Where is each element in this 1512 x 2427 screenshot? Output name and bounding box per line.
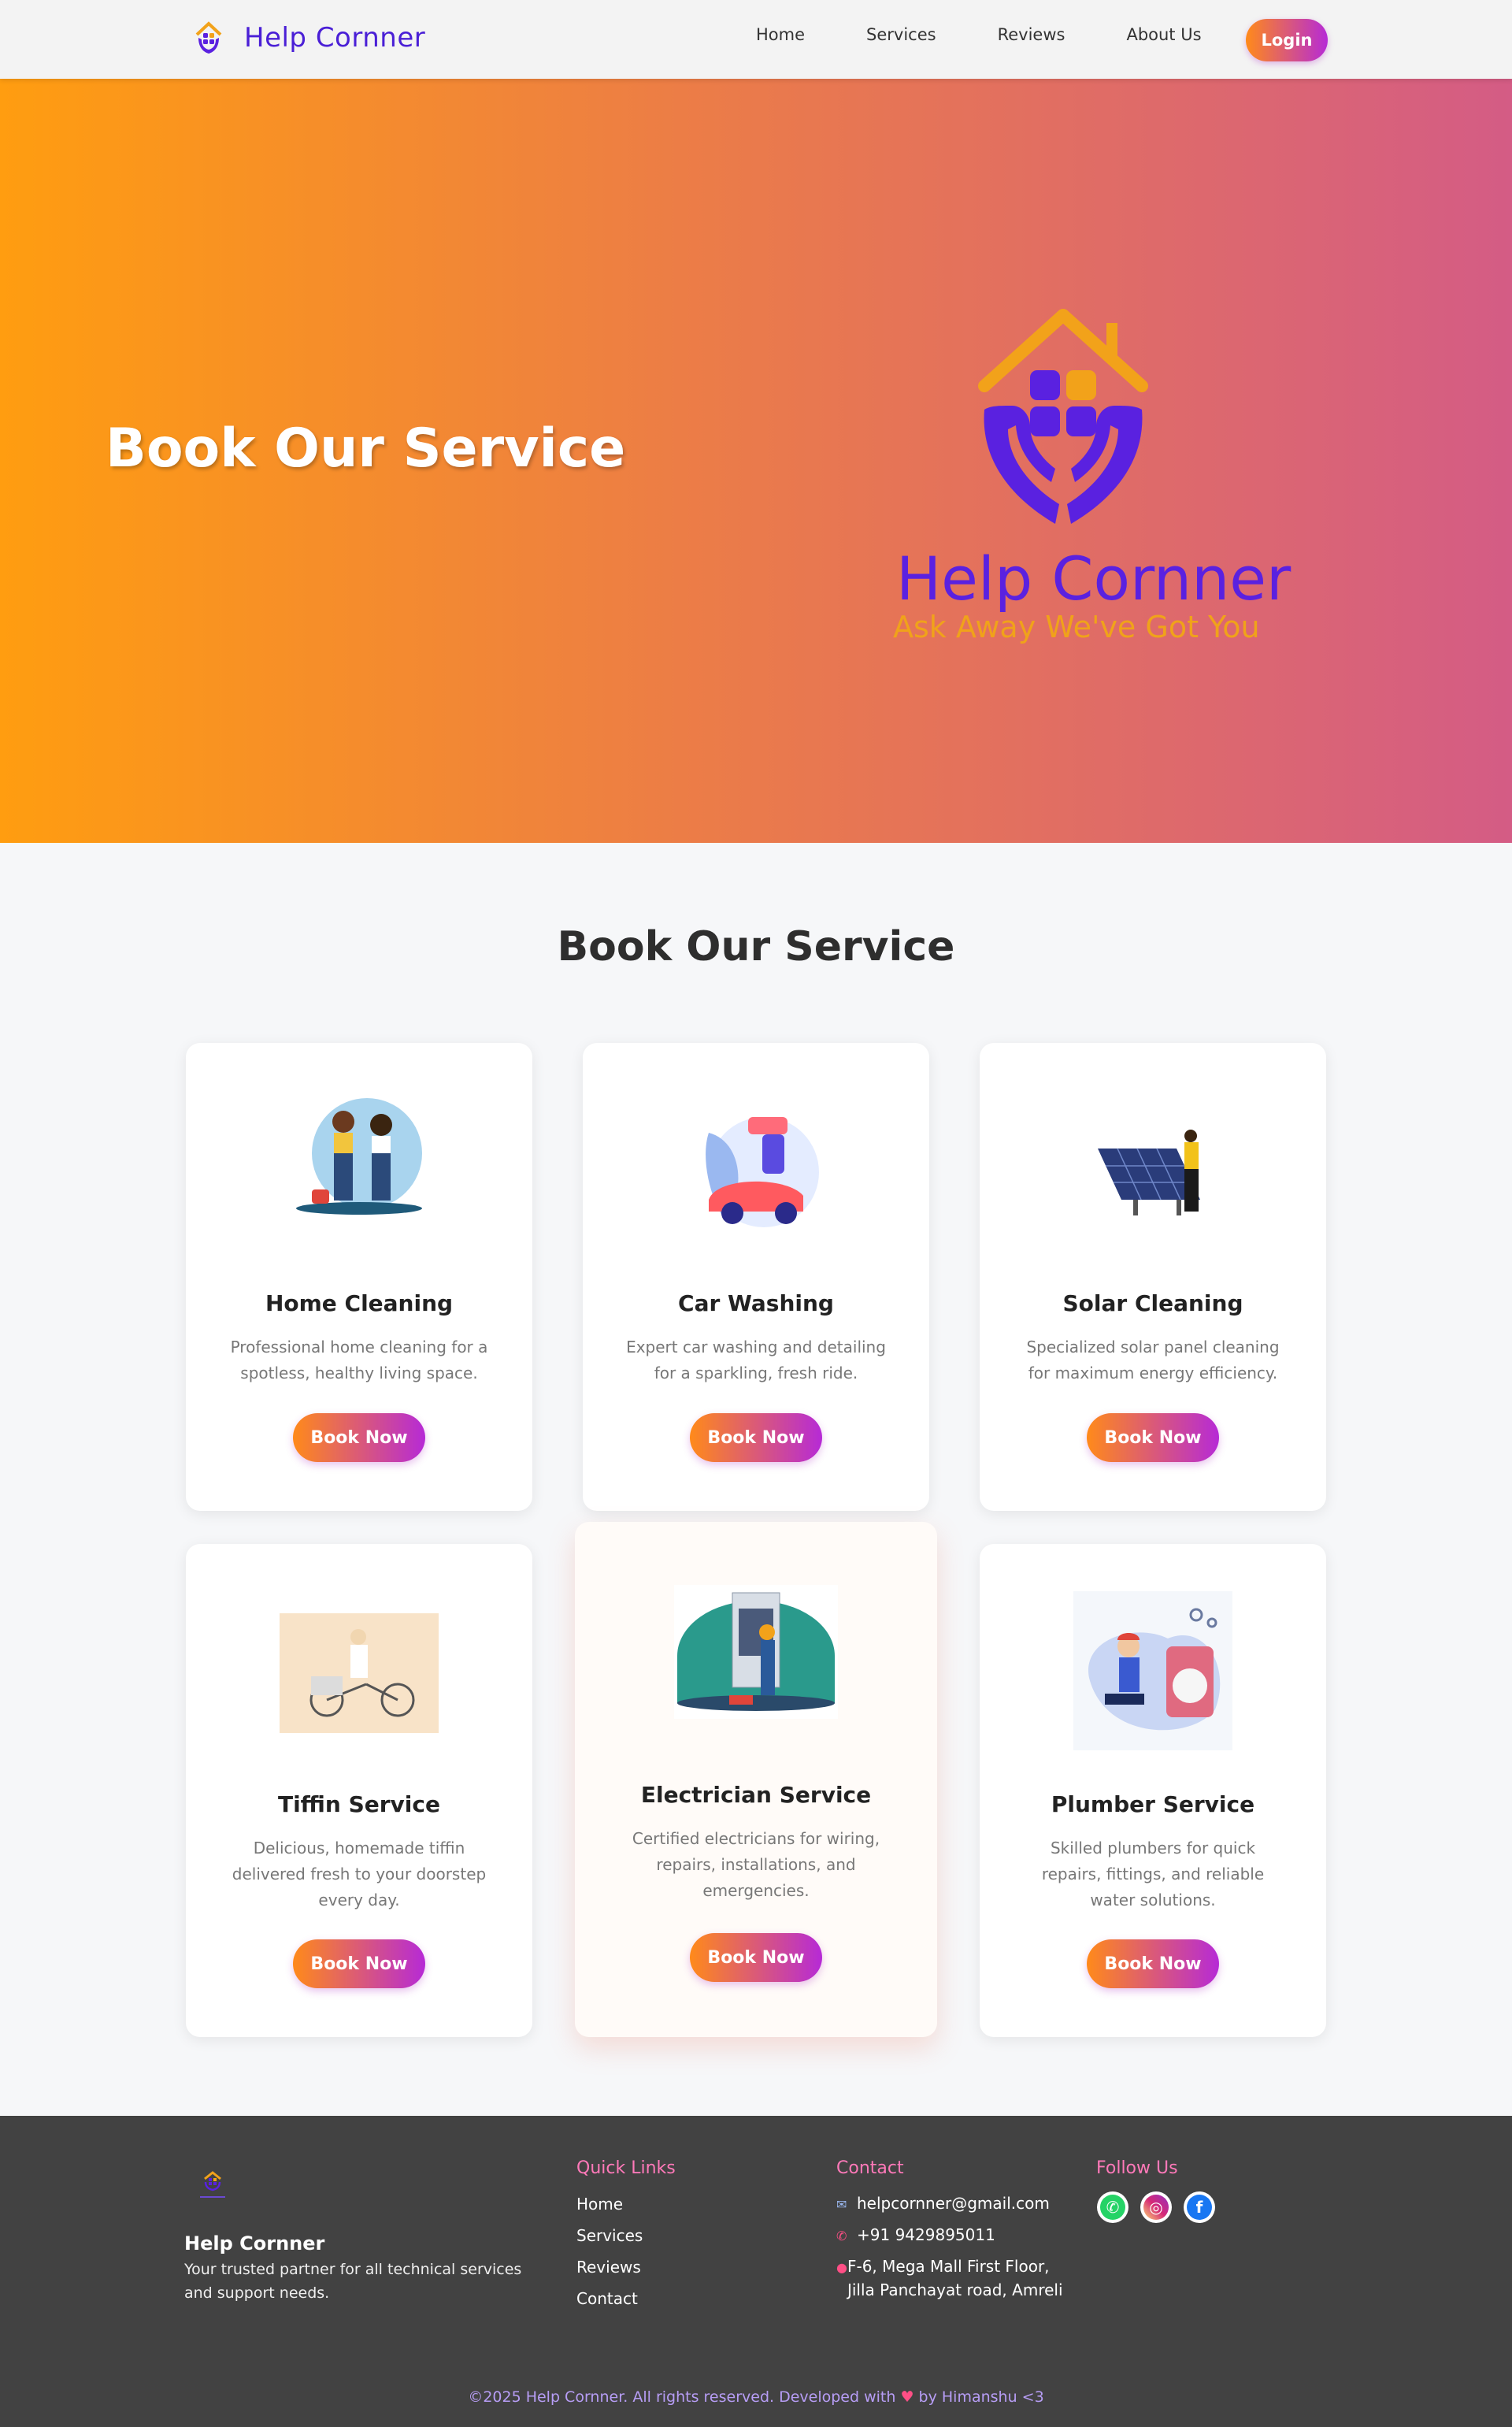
service-title: Home Cleaning xyxy=(265,1290,454,1316)
email-icon: ✉ xyxy=(836,2197,847,2212)
copyright-author: by Himanshu <3 xyxy=(918,2388,1044,2406)
nav-link-home[interactable]: Home xyxy=(756,25,805,44)
brand-logo-icon xyxy=(195,21,222,54)
service-title: Electrician Service xyxy=(640,1782,872,1808)
whatsapp-icon[interactable]: ✆ xyxy=(1097,2191,1128,2223)
heart-icon: ♥ xyxy=(900,2388,914,2406)
footer-link-reviews[interactable]: Reviews xyxy=(576,2258,641,2277)
book-now-button[interactable]: Book Now xyxy=(690,1933,822,1982)
footer-brand: Help Cornner xyxy=(184,2232,325,2254)
solar-cleaning-illustration xyxy=(1098,1130,1200,1215)
service-description: Certified electricians for wiring, repai… xyxy=(632,1829,880,1900)
book-now-button[interactable]: Book Now xyxy=(1087,1939,1219,1988)
service-description: Expert car washing and detailing for a s… xyxy=(626,1338,886,1382)
copyright-text: ©2025 Help Cornner. All rights reserved.… xyxy=(468,2388,896,2406)
instagram-icon[interactable]: ◎ xyxy=(1140,2191,1172,2223)
contact-email-text: helpcornner@gmail.com xyxy=(857,2194,1050,2213)
phone-icon: ✆ xyxy=(836,2228,847,2243)
services-heading: Book Our Service xyxy=(557,923,955,970)
copyright: ©2025 Help Cornner. All rights reserved.… xyxy=(0,2388,1512,2406)
nav-link-about-us[interactable]: About Us xyxy=(1126,25,1201,44)
service-title: Plumber Service xyxy=(1051,1791,1255,1817)
brand[interactable]: Help Cornner xyxy=(192,17,425,58)
footer-link-services[interactable]: Services xyxy=(576,2226,643,2245)
service-title: Solar Cleaning xyxy=(1062,1290,1243,1316)
service-card-car-washing: Car Washing Expert car washing and detai… xyxy=(583,1043,929,1511)
contact-email[interactable]: ✉ helpcornner@gmail.com xyxy=(836,2191,1050,2217)
contact-address-text: F-6, Mega Mall First Floor, Jilla Pancha… xyxy=(847,2257,1063,2299)
book-now-button[interactable]: Book Now xyxy=(293,1939,425,1988)
book-now-button[interactable]: Book Now xyxy=(1087,1413,1219,1462)
navbar: Help Cornner Home Services Reviews About… xyxy=(0,0,1512,79)
follow-us-title: Follow Us xyxy=(1096,2158,1178,2178)
service-description: Skilled plumbers for quick repairs, fitt… xyxy=(1041,1839,1265,1909)
car-washing-illustration xyxy=(706,1117,819,1227)
footer-logo-icon xyxy=(200,2171,225,2198)
hero-section: Book Our Service Help Cornner Ask Away W… xyxy=(0,79,1512,843)
electrician-illustration xyxy=(674,1585,838,1719)
brand-name: Help Cornner xyxy=(244,22,426,54)
service-description: Professional home cleaning for a spotles… xyxy=(230,1338,488,1382)
home-cleaning-illustration xyxy=(296,1098,422,1215)
hero-logo-tagline: Ask Away We've Got You xyxy=(893,610,1260,644)
quick-links-title: Quick Links xyxy=(576,2158,676,2178)
service-card-solar-cleaning: Solar Cleaning Specialized solar panel c… xyxy=(980,1043,1326,1511)
service-description: Specialized solar panel cleaning for max… xyxy=(1026,1338,1280,1382)
nav-link-services[interactable]: Services xyxy=(866,25,936,44)
hero-title: Book Our Service xyxy=(106,417,626,480)
facebook-icon[interactable]: f xyxy=(1184,2191,1215,2223)
footer-link-contact[interactable]: Contact xyxy=(576,2289,638,2308)
plumber-illustration xyxy=(1073,1591,1232,1750)
contact-address: ● F-6, Mega Mall First Floor, Jilla Panc… xyxy=(836,2254,1073,2302)
contact-phone[interactable]: ✆ +91 9429895011 xyxy=(836,2223,995,2248)
nav-link-reviews[interactable]: Reviews xyxy=(998,25,1065,44)
service-description: Delicious, homemade tiffin delivered fre… xyxy=(232,1839,487,1909)
footer: Help Cornner Your trusted partner for al… xyxy=(0,2116,1512,2427)
service-card-tiffin-service: Tiffin Service Delicious, homemade tiffi… xyxy=(186,1544,532,2037)
location-pin-icon: ● xyxy=(836,2260,847,2275)
nav-links: Home Services Reviews About Us xyxy=(756,25,1263,44)
contact-title: Contact xyxy=(836,2158,904,2178)
footer-about: Your trusted partner for all technical s… xyxy=(184,2261,522,2302)
service-title: Tiffin Service xyxy=(277,1791,440,1817)
service-title: Car Washing xyxy=(678,1290,834,1316)
service-card-electrician-service: Electrician Service Certified electricia… xyxy=(575,1522,937,2037)
tiffin-delivery-illustration xyxy=(280,1613,439,1733)
hero-logo-name: Help Cornner xyxy=(896,544,1292,614)
book-now-button[interactable]: Book Now xyxy=(690,1413,822,1462)
service-card-plumber-service: Plumber Service Skilled plumbers for qui… xyxy=(980,1544,1326,2037)
footer-link-home[interactable]: Home xyxy=(576,2195,623,2214)
login-button[interactable]: Login xyxy=(1246,19,1328,61)
service-card-home-cleaning: Home Cleaning Professional home cleaning… xyxy=(186,1043,532,1511)
book-now-button[interactable]: Book Now xyxy=(293,1413,425,1462)
contact-phone-text: +91 9429895011 xyxy=(857,2225,995,2244)
